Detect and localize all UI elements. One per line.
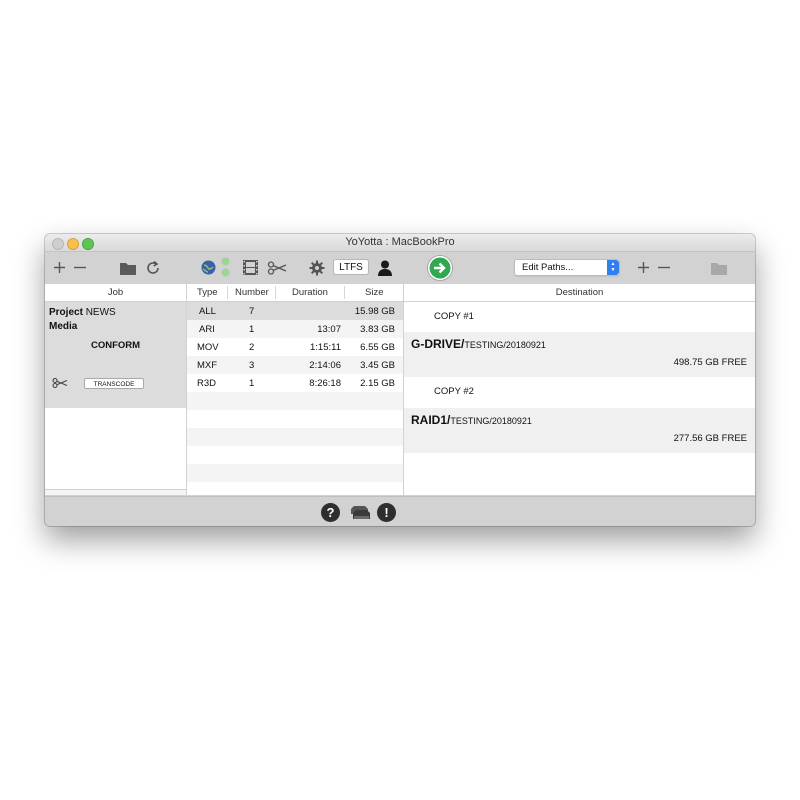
- alert-icon[interactable]: !: [377, 503, 396, 522]
- table-row[interactable]: MOV 2 1:15:11 6.55 GB: [187, 338, 403, 356]
- toolbar: LTFS Edit Paths... ▲ ▼: [45, 252, 755, 284]
- col-header-duration[interactable]: Duration: [292, 287, 328, 298]
- destination-column-header[interactable]: Destination: [404, 284, 755, 302]
- minus-icon[interactable]: [73, 261, 87, 274]
- job-item[interactable]: Project NEWS Media CONFORM TRANSCODE: [45, 302, 186, 408]
- cell-number: 3: [249, 360, 255, 371]
- app-window: YoYotta : MacBookPro LTFS Edit Paths... …: [45, 234, 755, 526]
- title-bar[interactable]: YoYotta : MacBookPro: [45, 234, 755, 252]
- col-header-type[interactable]: Type: [197, 287, 218, 298]
- cell-type: MOV: [197, 342, 219, 353]
- cell-size: 15.98 GB: [354, 306, 395, 317]
- cell-type: MXF: [197, 360, 218, 371]
- column-divider[interactable]: [344, 286, 345, 299]
- empty-row: [187, 410, 403, 428]
- folder-icon[interactable]: [710, 260, 728, 276]
- cell-type: R3D: [197, 378, 217, 389]
- plus-icon[interactable]: [637, 261, 650, 274]
- cell-number: 1: [249, 324, 255, 335]
- go-arrow-icon[interactable]: [427, 255, 453, 281]
- empty-row: [187, 482, 403, 495]
- media-label: Media: [49, 321, 78, 332]
- drive-path: TESTING/20180921: [464, 340, 546, 350]
- user-icon[interactable]: [378, 260, 392, 276]
- job-panel-footer: [45, 489, 186, 495]
- destination-drive-row[interactable]: RAID1/TESTING/20180921 277.56 GB FREE: [404, 408, 755, 453]
- cell-type: ALL: [199, 306, 216, 317]
- empty-row: [187, 428, 403, 446]
- cell-size: 6.55 GB: [360, 342, 395, 353]
- gear-icon[interactable]: [309, 260, 325, 276]
- table-row[interactable]: MXF 3 2:14:06 3.45 GB: [187, 356, 403, 374]
- globe-icon[interactable]: [201, 260, 216, 275]
- job-header-label: Job: [107, 287, 124, 298]
- column-divider[interactable]: [227, 286, 228, 299]
- drives-icon[interactable]: [349, 505, 371, 521]
- cell-number: 1: [249, 378, 255, 389]
- cell-duration: 2:14:06: [309, 360, 341, 371]
- edit-paths-label: Edit Paths...: [522, 262, 574, 273]
- empty-row: [187, 392, 403, 410]
- scissors-icon: [52, 377, 68, 389]
- table-row[interactable]: R3D 1 8:26:18 2.15 GB: [187, 374, 403, 392]
- help-icon[interactable]: ?: [321, 503, 340, 522]
- cell-duration: 1:15:11: [310, 342, 341, 353]
- free-space: 498.75 GB FREE: [673, 357, 747, 368]
- transcode-button[interactable]: TRANSCODE: [84, 378, 144, 389]
- conform-label: CONFORM: [90, 340, 141, 351]
- cell-number: 2: [249, 342, 255, 353]
- cell-duration: 8:26:18: [309, 378, 341, 389]
- folder-icon[interactable]: [119, 260, 137, 276]
- column-divider[interactable]: [275, 286, 276, 299]
- job-panel: Job Project NEWS Media CONFORM TRANSCODE: [45, 284, 186, 495]
- table-row[interactable]: ALL 7 15.98 GB: [187, 302, 403, 320]
- destination-panel: Destination COPY #1 G-DRIVE/TESTING/2018…: [404, 284, 755, 495]
- refresh-icon[interactable]: [144, 259, 162, 277]
- copy-label: COPY #1: [434, 311, 474, 322]
- window-title: YoYotta : MacBookPro: [345, 236, 455, 248]
- copy-label: COPY #2: [434, 386, 474, 397]
- chevron-updown-icon: ▲ ▼: [607, 260, 619, 275]
- empty-row: [187, 446, 403, 464]
- free-space: 277.56 GB FREE: [673, 433, 747, 444]
- table-header: Type Number Duration Size: [187, 284, 403, 302]
- job-column-header[interactable]: Job: [45, 284, 186, 302]
- cell-size: 3.45 GB: [360, 360, 395, 371]
- media-type-table: Type Number Duration Size ALL 7 15.98 GB…: [187, 284, 403, 495]
- destination-header-label: Destination: [555, 287, 604, 298]
- cell-number: 7: [249, 306, 255, 317]
- bottom-bar: ? !: [45, 496, 755, 526]
- destination-drive-row[interactable]: G-DRIVE/TESTING/20180921 498.75 GB FREE: [404, 332, 755, 377]
- copy-label-row[interactable]: COPY #1: [404, 302, 755, 332]
- minus-icon[interactable]: [657, 261, 671, 274]
- copy-label-row[interactable]: COPY #2: [404, 377, 755, 408]
- film-icon[interactable]: [242, 259, 259, 276]
- empty-row: [187, 464, 403, 482]
- ltfs-button[interactable]: LTFS: [333, 259, 369, 275]
- cell-size: 2.15 GB: [360, 378, 395, 389]
- scissors-icon[interactable]: [267, 261, 287, 275]
- plus-icon[interactable]: [53, 261, 66, 274]
- project-label: Project: [49, 307, 83, 318]
- edit-paths-dropdown[interactable]: Edit Paths... ▲ ▼: [514, 259, 620, 276]
- drive-name: G-DRIVE/: [411, 337, 465, 351]
- table-row[interactable]: ARI 1 13:07 3.83 GB: [187, 320, 403, 338]
- cell-size: 3.83 GB: [360, 324, 395, 335]
- status-dots-icon: [221, 257, 230, 278]
- col-header-size[interactable]: Size: [365, 287, 383, 298]
- cell-type: ARI: [199, 324, 215, 335]
- cell-duration: 13:07: [317, 324, 341, 335]
- drive-path: TESTING/20180921: [450, 416, 532, 426]
- col-header-number[interactable]: Number: [235, 287, 269, 298]
- drive-name: RAID1/: [411, 413, 451, 427]
- project-value: NEWS: [85, 307, 116, 318]
